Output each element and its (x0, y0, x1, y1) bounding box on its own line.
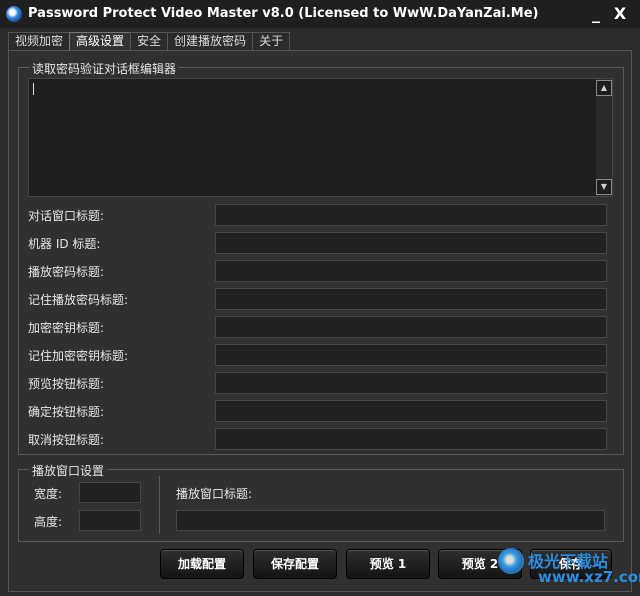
machine-id-title-label: 机器 ID 标题: (28, 237, 101, 251)
width-field[interactable] (79, 482, 141, 503)
cancel-button-title-field[interactable] (215, 428, 607, 450)
preview-button-title-label: 预览按钮标题: (28, 377, 105, 391)
dialog-title-field[interactable] (215, 204, 607, 226)
app-logo-icon (6, 6, 22, 22)
tab-create-play-password[interactable]: 创建播放密码 (167, 32, 254, 50)
watermark-logo-icon (498, 548, 524, 574)
text-caret (33, 83, 34, 95)
remember-encryption-key-title-label: 记住加密密钥标题: (28, 349, 129, 363)
player-window-group: 播放窗口设置 (18, 462, 624, 542)
minimize-button[interactable]: _ (586, 4, 606, 24)
ok-button-title-label: 确定按钮标题: (28, 405, 105, 419)
watermark-url: www.xz7.com (538, 568, 640, 586)
height-label: 高度: (34, 515, 63, 529)
site-watermark: 极光下载站 www.xz7.com (498, 546, 640, 594)
encryption-key-title-label: 加密密钥标题: (28, 321, 105, 335)
width-label: 宽度: (34, 487, 63, 501)
ok-button-title-field[interactable] (215, 400, 607, 422)
save-config-button[interactable]: 保存配置 (253, 549, 337, 579)
dialog-editor-textarea[interactable]: ▲ ▼ (28, 78, 613, 197)
load-config-button[interactable]: 加载配置 (160, 549, 244, 579)
preview-1-button[interactable]: 预览 1 (346, 549, 430, 579)
player-window-group-label: 播放窗口设置 (29, 462, 108, 479)
tab-advanced-settings[interactable]: 高级设置 (69, 32, 132, 50)
player-window-title-field[interactable] (176, 510, 605, 531)
scroll-down-icon[interactable]: ▼ (596, 179, 612, 195)
group-divider (159, 476, 160, 534)
height-field[interactable] (79, 510, 141, 531)
close-button[interactable]: X (610, 4, 630, 24)
machine-id-title-field[interactable] (215, 232, 607, 254)
tab-video-encrypt[interactable]: 视频加密 (8, 32, 71, 50)
remember-play-password-title-label: 记住播放密码标题: (28, 293, 129, 307)
dialog-title-label: 对话窗口标题: (28, 209, 105, 223)
editor-group-label: 读取密码验证对话框编辑器 (29, 60, 180, 77)
scroll-up-icon[interactable]: ▲ (596, 80, 612, 96)
player-window-title-label: 播放窗口标题: (176, 487, 253, 501)
play-password-title-field[interactable] (215, 260, 607, 282)
encryption-key-title-field[interactable] (215, 316, 607, 338)
editor-scrollbar[interactable]: ▲ ▼ (596, 79, 612, 196)
remember-play-password-title-field[interactable] (215, 288, 607, 310)
preview-button-title-field[interactable] (215, 372, 607, 394)
tab-about[interactable]: 关于 (252, 32, 291, 50)
cancel-button-title-label: 取消按钮标题: (28, 433, 105, 447)
play-password-title-label: 播放密码标题: (28, 265, 105, 279)
tab-bar: 视频加密 高级设置 安全 创建播放密码 关于 (8, 32, 291, 50)
remember-encryption-key-title-field[interactable] (215, 344, 607, 366)
window-title: Password Protect Video Master v8.0 (Lice… (28, 6, 539, 21)
tab-security[interactable]: 安全 (130, 32, 169, 50)
title-bar[interactable]: Password Protect Video Master v8.0 (Lice… (0, 0, 640, 28)
